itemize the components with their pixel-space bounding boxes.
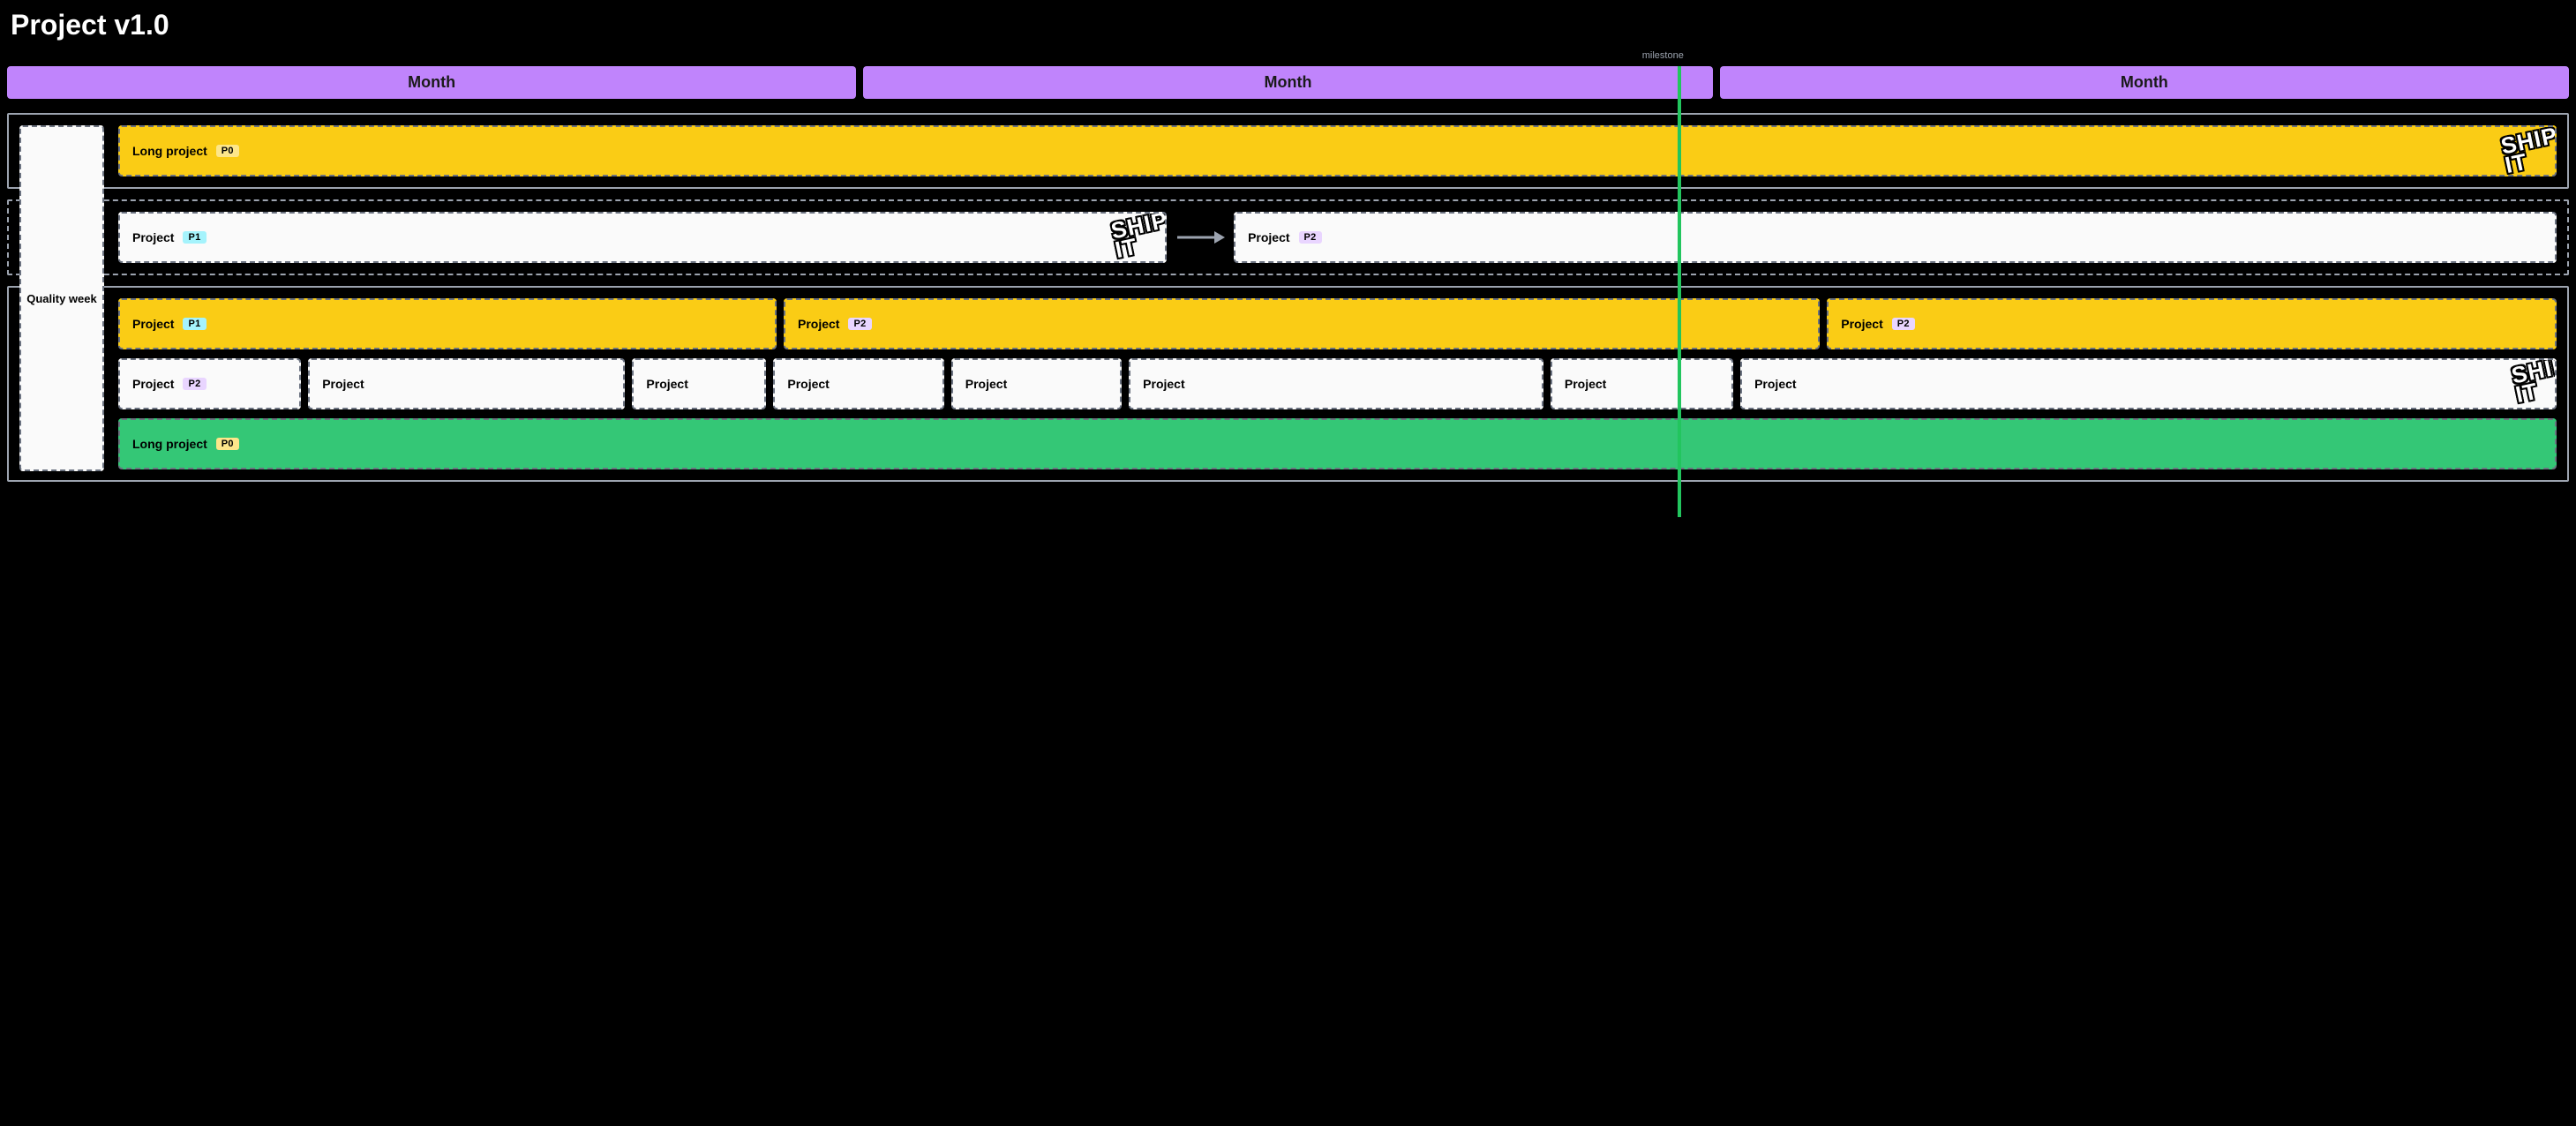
project-label: Long project <box>132 144 207 158</box>
project-card[interactable]: Project P1 SHIP IT <box>118 212 1167 263</box>
track: Project P2 Project Project Project Proje… <box>118 358 2557 409</box>
priority-badge: P2 <box>183 378 206 390</box>
lane-group-1: Long project P0 SHIP IT <box>7 113 2569 189</box>
project-label: Project <box>798 317 839 331</box>
project-card[interactable]: Long project P0 <box>118 418 2557 469</box>
project-card[interactable]: Project <box>632 358 766 409</box>
project-label: Project <box>646 377 687 391</box>
project-card[interactable]: Project P2 <box>1827 298 2557 349</box>
project-label: Long project <box>132 437 207 451</box>
project-card[interactable]: Project P2 <box>118 358 301 409</box>
month-header: Month <box>863 66 1712 99</box>
project-card[interactable]: Project <box>1551 358 1733 409</box>
track: Long project P0 SHIP IT <box>118 125 2557 176</box>
lane-group-2: Project P1 SHIP IT Project P2 <box>7 199 2569 275</box>
roadmap-page: Project v1.0 milestone Month Month Month… <box>0 0 2576 528</box>
priority-badge: P0 <box>216 145 239 157</box>
month-header: Month <box>7 66 856 99</box>
project-label: Project <box>1841 317 1882 331</box>
lane-group-3: Project P1 Project P2 Project P2 P <box>7 286 2569 482</box>
project-label: Project <box>132 317 174 331</box>
page-title: Project v1.0 <box>11 9 2569 41</box>
project-card[interactable]: Project P1 <box>118 298 777 349</box>
project-label: Project <box>787 377 829 391</box>
project-label: Project <box>1754 377 1796 391</box>
project-label: Project <box>322 377 364 391</box>
track: Long project P0 <box>118 418 2557 469</box>
priority-badge: P0 <box>216 438 239 450</box>
months-header: Month Month Month <box>7 66 2569 99</box>
month-header: Month <box>1720 66 2569 99</box>
milestone-label: milestone <box>1642 50 1684 61</box>
priority-badge: P1 <box>183 231 206 244</box>
priority-badge: P2 <box>848 318 871 330</box>
ship-it-stamp: SHIP IT <box>2510 358 2557 404</box>
project-card[interactable]: Project P2 <box>784 298 1820 349</box>
ship-it-stamp: SHIP IT <box>1110 212 1168 259</box>
project-card[interactable]: Project <box>308 358 625 409</box>
priority-badge: P1 <box>183 318 206 330</box>
ship-it-stamp: SHIP IT <box>2499 125 2557 175</box>
track: Project P1 Project P2 Project P2 <box>118 298 2557 349</box>
project-card[interactable]: Project <box>951 358 1122 409</box>
track: Project P1 SHIP IT Project P2 <box>118 212 2557 263</box>
quality-week-label: Quality week <box>26 292 96 305</box>
project-label: Project <box>1565 377 1606 391</box>
project-card[interactable]: Project <box>773 358 943 409</box>
project-label: Project <box>1143 377 1184 391</box>
project-card[interactable]: Project P2 <box>1234 212 2557 263</box>
project-label: Project <box>132 230 174 244</box>
dependency-arrow <box>1174 212 1227 263</box>
project-card[interactable]: Project SHIP IT <box>1740 358 2557 409</box>
priority-badge: P2 <box>1892 318 1915 330</box>
timeline-container: milestone Month Month Month Quality week… <box>7 66 2569 482</box>
priority-badge: P2 <box>1299 231 1322 244</box>
project-card[interactable]: Project <box>1129 358 1543 409</box>
quality-week-block[interactable]: Quality week <box>19 125 104 471</box>
lanes-wrap: Quality week Long project P0 SHIP IT Pro… <box>7 113 2569 482</box>
project-label: Project <box>132 377 174 391</box>
project-label: Project <box>965 377 1007 391</box>
project-label: Project <box>1248 230 1289 244</box>
project-card[interactable]: Long project P0 SHIP IT <box>118 125 2557 176</box>
